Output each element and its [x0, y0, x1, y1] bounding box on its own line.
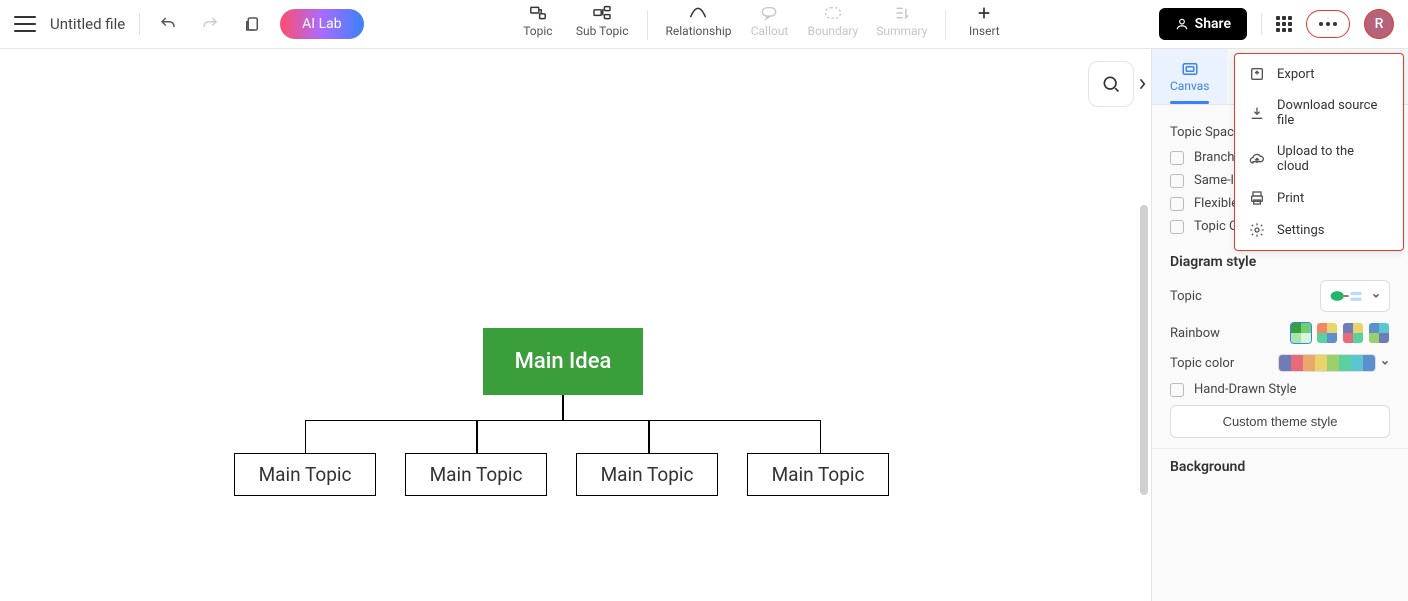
rainbow-label: Rainbow	[1170, 326, 1220, 341]
menu-upload[interactable]: Upload to the cloud	[1235, 136, 1403, 182]
main-idea-node[interactable]: Main Idea	[483, 328, 643, 395]
menu-settings[interactable]: Settings	[1235, 214, 1403, 246]
menu-label: Upload to the cloud	[1277, 144, 1389, 174]
tool-insert[interactable]: Insert	[964, 4, 1004, 38]
section-diagram-style: Diagram style Topic Rainbow Topic color	[1152, 244, 1408, 449]
menu-print[interactable]: Print	[1235, 182, 1403, 214]
swatch[interactable]	[1368, 322, 1390, 344]
tool-relationship[interactable]: Relationship	[666, 4, 732, 38]
topic-color-label: Topic color	[1170, 356, 1234, 371]
tool-label: Boundary	[807, 24, 858, 38]
tool-label: Insert	[969, 24, 1000, 38]
section-title: Background	[1170, 459, 1390, 475]
gear-icon	[1249, 222, 1265, 238]
tool-label: Summary	[876, 24, 927, 38]
tool-boundary: Boundary	[807, 4, 858, 38]
check-label: Hand-Drawn Style	[1194, 382, 1297, 397]
toolbar: Topic Sub Topic Relationship Callout Bou…	[364, 0, 1159, 48]
topic-node[interactable]: Main Topic	[747, 453, 889, 496]
menu-label: Export	[1277, 67, 1315, 82]
topic-node[interactable]: Main Topic	[576, 453, 718, 496]
connector	[305, 420, 477, 453]
menu-icon[interactable]	[14, 16, 36, 32]
rainbow-swatches	[1290, 322, 1390, 344]
tool-label: Topic	[523, 24, 552, 38]
section-title: Diagram style	[1170, 254, 1390, 270]
tool-topic[interactable]: Topic	[518, 4, 558, 38]
share-button[interactable]: Share	[1159, 8, 1247, 40]
apps-icon[interactable]	[1276, 16, 1292, 32]
tool-subtopic[interactable]: Sub Topic	[576, 4, 629, 38]
chevron-down-icon[interactable]	[1380, 358, 1390, 368]
menu-export[interactable]: Export	[1235, 58, 1403, 90]
connector	[477, 420, 649, 453]
menu-label: Download source file	[1277, 98, 1389, 128]
check-hand-drawn[interactable]: Hand-Drawn Style	[1170, 382, 1390, 397]
tab-label: Canvas	[1170, 79, 1209, 93]
topic-label: Topic	[1170, 289, 1202, 304]
search-button[interactable]	[1088, 61, 1134, 107]
menu-label: Settings	[1277, 223, 1324, 238]
download-icon	[1249, 105, 1265, 121]
cloud-upload-icon	[1249, 151, 1265, 167]
color-strip[interactable]	[1278, 354, 1376, 372]
more-dropdown: Export Download source file Upload to th…	[1234, 53, 1404, 251]
tool-summary: Summary	[876, 4, 927, 38]
panel-collapse-button[interactable]	[1133, 61, 1151, 107]
file-title[interactable]: Untitled file	[50, 15, 125, 33]
export-icon	[1249, 66, 1265, 82]
app-header: Untitled file AI Lab Topic Sub Topic Rel…	[0, 0, 1408, 49]
connector	[649, 420, 821, 453]
undo-button[interactable]	[154, 10, 182, 38]
swatch[interactable]	[1316, 322, 1338, 344]
clipboard-icon[interactable]	[238, 10, 266, 38]
menu-label: Print	[1277, 191, 1304, 206]
divider	[1261, 13, 1262, 35]
print-icon	[1249, 190, 1265, 206]
share-label: Share	[1195, 16, 1231, 32]
tab-canvas[interactable]: Canvas	[1152, 49, 1227, 104]
divider	[945, 10, 946, 40]
tool-label: Relationship	[666, 24, 732, 38]
tool-label: Callout	[751, 24, 789, 38]
header-left: Untitled file AI Lab	[14, 9, 364, 39]
topic-node[interactable]: Main Topic	[405, 453, 547, 496]
swatch[interactable]	[1290, 322, 1312, 344]
topic-style-dropdown[interactable]	[1320, 280, 1390, 312]
tool-label: Sub Topic	[576, 24, 629, 38]
custom-theme-button[interactable]: Custom theme style	[1170, 405, 1390, 438]
redo-button[interactable]	[196, 10, 224, 38]
section-background: Background	[1152, 449, 1408, 495]
menu-download[interactable]: Download source file	[1235, 90, 1403, 136]
chevron-down-icon	[1371, 291, 1381, 301]
topic-node[interactable]: Main Topic	[234, 453, 376, 496]
more-menu-button[interactable]	[1306, 10, 1350, 38]
header-right: Share R	[1159, 8, 1394, 40]
scrollbar[interactable]	[1140, 205, 1148, 495]
avatar[interactable]: R	[1364, 9, 1394, 39]
tool-callout: Callout	[749, 4, 789, 38]
swatch[interactable]	[1342, 322, 1364, 344]
connector	[562, 395, 564, 421]
divider	[647, 10, 648, 40]
divider	[139, 13, 140, 35]
ai-lab-button[interactable]: AI Lab	[280, 9, 363, 39]
canvas[interactable]: Main Idea Main Topic Main Topic Main Top…	[0, 49, 1151, 601]
